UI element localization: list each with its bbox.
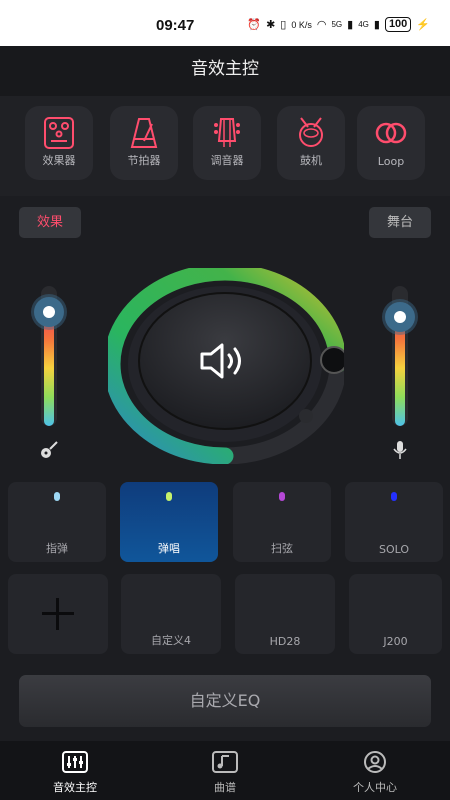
nav-label: 个人中心 (353, 781, 397, 794)
nav-label: 曲谱 (214, 781, 236, 794)
nav-item-scores[interactable]: 曲谱 (170, 751, 280, 795)
signal-4g: 4G (358, 20, 369, 29)
tuner-guitar-head-icon (214, 118, 240, 147)
slider-knob[interactable] (34, 296, 64, 327)
effects-mode-button[interactable]: 效果 (19, 207, 81, 238)
net-speed: 0 K/s (291, 19, 312, 30)
preset-j200-button[interactable]: J200 (349, 574, 442, 654)
preset-label: 弹唱 (158, 542, 180, 555)
tool-metronome-label: 节拍器 (127, 154, 161, 167)
app-header: 音效主控 (0, 46, 450, 96)
preset-indicator-dot (166, 492, 172, 501)
preset-fingerstyle-button[interactable]: 指弹 (8, 482, 106, 562)
slider-knob[interactable] (385, 302, 415, 333)
battery-level: 100 (384, 17, 412, 32)
nav-item-profile[interactable]: 个人中心 (320, 751, 430, 795)
preset-label: HD28 (269, 635, 301, 648)
preset-indicator-dot (391, 492, 397, 501)
app-root: 09:47 ⏰ ✱ ▯ 0 K/s ◠ 5G ▮ 4G ▮ 100 ⚡ 音效主控 (0, 0, 450, 800)
guitar-icon (41, 441, 58, 458)
custom-preset-4-button[interactable]: 自定义4 (121, 574, 221, 654)
tool-tuner-button[interactable]: 调音器 (193, 106, 261, 180)
vocal-volume-slider[interactable] (385, 286, 415, 426)
custom-eq-button[interactable]: 自定义EQ (19, 675, 431, 727)
nav-label: 音效主控 (53, 781, 97, 794)
bottom-nav: 音效主控 曲谱 个人中心 (0, 741, 450, 800)
status-icons: ⏰ ✱ ▯ 0 K/s ◠ 5G ▮ 4G ▮ 100 ⚡ (247, 17, 430, 32)
alarm-icon: ⏰ (247, 19, 262, 31)
bluetooth-icon: ✱ (266, 19, 276, 31)
preset-label: J200 (383, 635, 408, 648)
loop-icon (375, 122, 407, 144)
slider-fill (44, 310, 54, 426)
stage-mode-button[interactable]: 舞台 (369, 207, 431, 238)
preset-indicator-dot (54, 492, 60, 501)
wifi-icon: ◠ (316, 19, 327, 31)
preset-sing-along-button[interactable]: 弹唱 (120, 482, 218, 562)
tool-effects-button[interactable]: 效果器 (25, 106, 93, 180)
page-title: 音效主控 (191, 59, 259, 79)
tool-row: 效果器 节拍器 调音器 鼓机 Loop (0, 96, 450, 196)
preset-label: 扫弦 (271, 542, 293, 555)
preset-solo-button[interactable]: SOLO (345, 482, 443, 562)
tool-drum-button[interactable]: 鼓机 (277, 106, 345, 180)
signal-5g: 5G (331, 20, 343, 29)
add-preset-button[interactable] (8, 574, 108, 654)
drum-icon (299, 117, 323, 147)
preset-label: 指弹 (46, 542, 68, 555)
microphone-icon (393, 441, 407, 459)
preset-strum-button[interactable]: 扫弦 (233, 482, 331, 562)
preset-label: SOLO (378, 543, 410, 556)
preset-label: 自定义4 (151, 634, 191, 647)
mixer-sliders-icon (62, 751, 88, 773)
preset-indicator-dot (279, 492, 285, 501)
instrument-volume-slider[interactable] (34, 286, 64, 426)
status-bar: 09:47 ⏰ ✱ ▯ 0 K/s ◠ 5G ▮ 4G ▮ 100 ⚡ (0, 0, 450, 46)
music-note-icon (212, 751, 238, 773)
nav-item-master[interactable]: 音效主控 (20, 751, 130, 795)
status-time: 09:47 (156, 17, 195, 34)
signal-bars-icon: ▮ (373, 19, 380, 31)
tool-metronome-button[interactable]: 节拍器 (110, 106, 178, 180)
signal-bars-icon: ▮ (347, 19, 354, 31)
vibrate-icon: ▯ (280, 19, 287, 31)
tool-drum-label: 鼓机 (300, 154, 322, 167)
master-volume-dial[interactable] (108, 268, 344, 464)
effects-pedal-icon (44, 117, 74, 149)
add-icon (42, 598, 74, 630)
tool-tuner-label: 调音器 (210, 154, 244, 167)
user-profile-icon (364, 751, 386, 773)
tool-loop-label: Loop (377, 155, 405, 168)
tool-loop-button[interactable]: Loop (357, 106, 425, 180)
charging-icon: ⚡ (416, 19, 430, 31)
metronome-icon (130, 118, 158, 148)
dial-handle (320, 346, 344, 374)
preset-hd28-button[interactable]: HD28 (235, 574, 335, 654)
tool-effects-label: 效果器 (42, 154, 76, 167)
